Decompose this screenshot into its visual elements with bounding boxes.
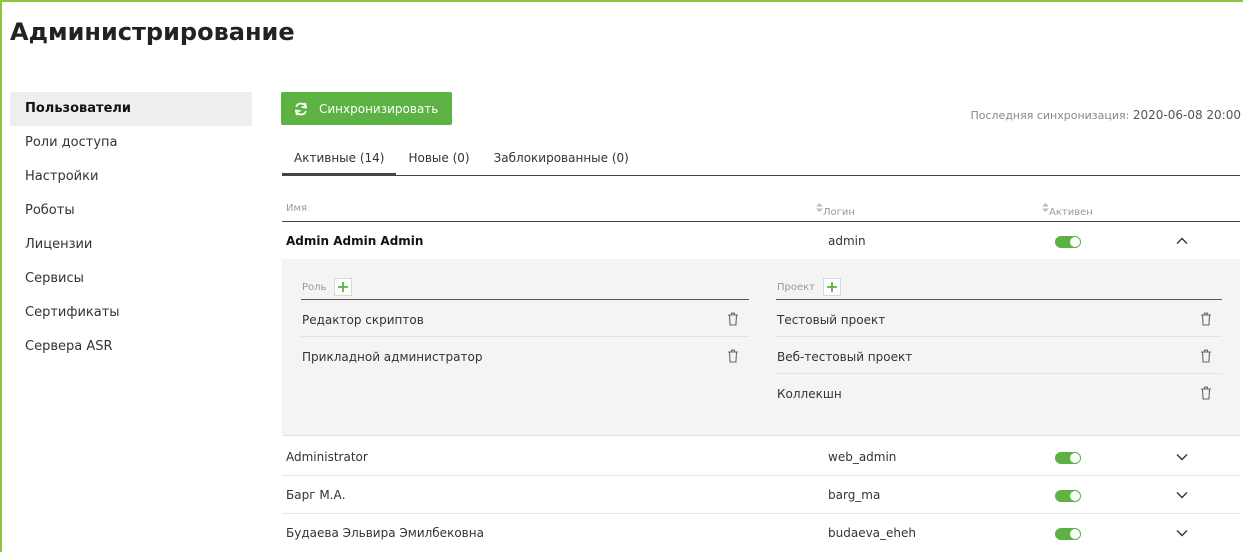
table-header: Имя Логин Активен bbox=[282, 199, 1240, 222]
sidebar-item-asr-servers[interactable]: Сервера ASR bbox=[10, 330, 252, 364]
sidebar-item-licenses[interactable]: Лицензии bbox=[10, 228, 252, 262]
sidebar: Пользователи Роли доступа Настройки Робо… bbox=[10, 92, 252, 364]
user-name: Admin Admin Admin bbox=[286, 234, 424, 248]
table-row[interactable]: Admin Admin Admin admin bbox=[282, 222, 1240, 260]
user-detail-panel: Роль Редактор скриптов Прикладной админи… bbox=[282, 259, 1240, 436]
tab-blocked[interactable]: Заблокированные (0) bbox=[482, 143, 641, 175]
sync-button-label: Синхронизировать bbox=[319, 101, 439, 116]
role-name: Редактор скриптов bbox=[302, 313, 424, 327]
plus-icon bbox=[338, 282, 349, 292]
table-row[interactable]: Будаева Эльвира Эмилбековна budaeva_eheh bbox=[282, 514, 1240, 552]
list-item: Прикладной администратор bbox=[301, 337, 749, 374]
project-name: Веб-тестовый проект bbox=[777, 350, 913, 364]
page-title: Администрирование bbox=[10, 18, 295, 46]
roles-column: Роль Редактор скриптов Прикладной админи… bbox=[301, 275, 749, 374]
role-name: Прикладной администратор bbox=[302, 350, 483, 364]
last-sync-value: 2020-06-08 20:00 bbox=[1132, 108, 1241, 122]
column-header-login-label: Логин bbox=[823, 207, 855, 218]
roles-header-label: Роль bbox=[302, 281, 327, 293]
active-toggle[interactable] bbox=[1055, 490, 1081, 502]
user-login: admin bbox=[828, 234, 866, 248]
project-name: Коллекшн bbox=[777, 387, 842, 401]
projects-column: Проект Тестовый проект Веб-тестовый прое… bbox=[776, 275, 1222, 411]
active-toggle[interactable] bbox=[1055, 452, 1081, 464]
sidebar-item-certificates[interactable]: Сертификаты bbox=[10, 296, 252, 330]
trash-icon[interactable] bbox=[1200, 386, 1212, 400]
table-row[interactable]: Administrator web_admin bbox=[282, 438, 1240, 476]
projects-header-label: Проект bbox=[777, 281, 816, 293]
sidebar-item-services[interactable]: Сервисы bbox=[10, 262, 252, 296]
plus-icon bbox=[827, 282, 838, 292]
add-project-button[interactable] bbox=[823, 278, 842, 296]
chevron-up-icon[interactable] bbox=[1175, 234, 1189, 248]
user-login: barg_ma bbox=[828, 488, 881, 502]
sidebar-item-users[interactable]: Пользователи bbox=[10, 92, 252, 126]
table-row[interactable]: Барг М.А. barg_ma bbox=[282, 476, 1240, 514]
trash-icon[interactable] bbox=[727, 312, 739, 326]
active-toggle[interactable] bbox=[1055, 528, 1081, 540]
user-name: Барг М.А. bbox=[286, 488, 346, 502]
active-toggle[interactable] bbox=[1055, 236, 1081, 248]
column-header-active[interactable]: Активен bbox=[1042, 203, 1093, 218]
list-item: Веб-тестовый проект bbox=[776, 337, 1222, 374]
user-tabs: Активные (14) Новые (0) Заблокированные … bbox=[282, 143, 1240, 176]
user-login: budaeva_eheh bbox=[828, 526, 917, 540]
list-item: Тестовый проект bbox=[776, 300, 1222, 337]
user-name: Administrator bbox=[286, 450, 368, 464]
chevron-down-icon[interactable] bbox=[1175, 526, 1189, 540]
user-login: web_admin bbox=[828, 450, 897, 464]
trash-icon[interactable] bbox=[1200, 312, 1212, 326]
sidebar-item-access-roles[interactable]: Роли доступа bbox=[10, 126, 252, 160]
last-sync-label: Последняя синхронизация: bbox=[970, 109, 1130, 122]
chevron-down-icon[interactable] bbox=[1175, 488, 1189, 502]
sidebar-item-settings[interactable]: Настройки bbox=[10, 160, 252, 194]
roles-header: Роль bbox=[301, 275, 749, 300]
sync-button[interactable]: Синхронизировать bbox=[281, 92, 452, 125]
tab-new[interactable]: Новые (0) bbox=[396, 143, 481, 175]
trash-icon[interactable] bbox=[727, 349, 739, 363]
column-header-login[interactable]: Логин bbox=[816, 203, 855, 218]
sort-icon bbox=[816, 203, 823, 212]
project-name: Тестовый проект bbox=[777, 313, 886, 327]
tab-active[interactable]: Активные (14) bbox=[282, 143, 397, 175]
sidebar-item-robots[interactable]: Роботы bbox=[10, 194, 252, 228]
list-item: Коллекшн bbox=[776, 374, 1222, 411]
column-header-active-label: Активен bbox=[1049, 207, 1093, 218]
sync-icon bbox=[295, 102, 307, 115]
add-role-button[interactable] bbox=[334, 278, 353, 296]
chevron-down-icon[interactable] bbox=[1175, 450, 1189, 464]
projects-header: Проект bbox=[776, 275, 1222, 300]
sort-icon bbox=[1042, 203, 1049, 212]
trash-icon[interactable] bbox=[1200, 349, 1212, 363]
last-sync-info: Последняя синхронизация: 2020-06-08 20:0… bbox=[970, 108, 1241, 122]
column-header-name[interactable]: Имя bbox=[286, 203, 307, 214]
list-item: Редактор скриптов bbox=[301, 300, 749, 337]
user-name: Будаева Эльвира Эмилбековна bbox=[286, 526, 484, 540]
